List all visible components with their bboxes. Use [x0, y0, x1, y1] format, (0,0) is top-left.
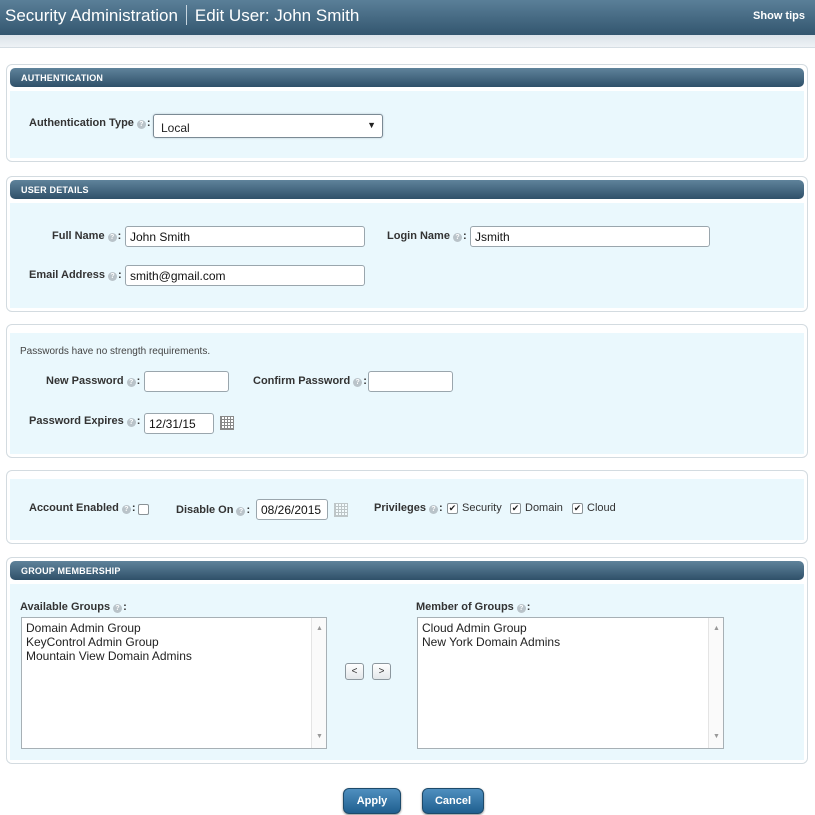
scroll-up-icon[interactable]: ▲	[316, 622, 323, 636]
help-icon[interactable]: ?	[428, 505, 438, 514]
account-panel: Account Enabled?: Disable On?: 08/26/201…	[6, 470, 808, 544]
full-name-input[interactable]: John Smith	[125, 226, 365, 247]
help-icon[interactable]: ?	[126, 378, 136, 387]
page-title: Edit User: John Smith	[194, 6, 360, 25]
privilege-domain-checkbox[interactable]: ✔	[510, 503, 521, 514]
privilege-security-checkbox[interactable]: ✔	[447, 503, 458, 514]
authentication-heading: AUTHENTICATION	[10, 68, 804, 87]
authentication-type-select[interactable]: Local ▼	[153, 114, 383, 138]
calendar-icon[interactable]	[220, 416, 234, 430]
help-icon[interactable]: ?	[136, 120, 146, 129]
help-icon[interactable]: ?	[516, 604, 526, 613]
move-left-button[interactable]: <	[345, 663, 364, 680]
list-item[interactable]: Cloud Admin Group	[422, 621, 719, 635]
privilege-security-label: Security	[462, 502, 502, 514]
title-divider	[185, 5, 187, 25]
help-icon[interactable]: ?	[126, 418, 136, 427]
help-icon[interactable]: ?	[108, 272, 118, 281]
password-note: Passwords have no strength requirements.	[20, 346, 211, 357]
dropdown-arrow-icon: ▼	[367, 120, 376, 130]
app-title: Security Administration	[5, 6, 178, 25]
authentication-type-label: Authentication Type?:	[29, 117, 151, 129]
available-groups-label: Available Groups?:	[20, 601, 127, 613]
calendar-icon[interactable]	[334, 503, 348, 517]
show-tips-link[interactable]: Show tips	[753, 10, 805, 22]
password-panel: Passwords have no strength requirements.…	[6, 324, 808, 458]
disable-on-input[interactable]: 08/26/2015	[256, 499, 328, 520]
full-name-label: Full Name?:	[52, 230, 122, 242]
login-name-label: Login Name?:	[387, 230, 467, 242]
apply-button[interactable]: Apply	[343, 788, 401, 814]
new-password-input[interactable]	[144, 371, 229, 392]
page-heading: Security Administration Edit User: John S…	[5, 5, 359, 26]
password-expires-input[interactable]: 12/31/15	[144, 413, 214, 434]
available-groups-list[interactable]: Domain Admin Group KeyControl Admin Grou…	[21, 617, 327, 749]
member-of-groups-list[interactable]: Cloud Admin Group New York Domain Admins…	[417, 617, 724, 749]
disable-on-label: Disable On?:	[176, 504, 251, 516]
scrollbar[interactable]: ▲ ▼	[311, 618, 326, 748]
authentication-type-value: Local	[161, 121, 190, 135]
privileges-label: Privileges?:	[374, 502, 443, 514]
help-icon[interactable]: ?	[452, 233, 462, 242]
move-right-button[interactable]: >	[372, 663, 391, 680]
group-membership-panel: GROUP MEMBERSHIP Available Groups?: Doma…	[6, 557, 808, 764]
scroll-down-icon[interactable]: ▼	[713, 730, 720, 744]
member-of-groups-label: Member of Groups?:	[416, 601, 531, 613]
privilege-cloud-label: Cloud	[587, 502, 616, 514]
group-membership-heading: GROUP MEMBERSHIP	[10, 561, 804, 580]
help-icon[interactable]: ?	[121, 505, 131, 514]
login-name-input[interactable]: Jsmith	[470, 226, 710, 247]
help-icon[interactable]: ?	[107, 233, 117, 242]
new-password-label: New Password?:	[46, 375, 141, 387]
list-item[interactable]: Mountain View Domain Admins	[26, 649, 322, 663]
list-item[interactable]: KeyControl Admin Group	[26, 635, 322, 649]
password-expires-label: Password Expires?:	[29, 415, 141, 427]
help-icon[interactable]: ?	[353, 378, 363, 387]
list-item[interactable]: New York Domain Admins	[422, 635, 719, 649]
email-address-label: Email Address?:	[29, 269, 122, 281]
privilege-domain-label: Domain	[525, 502, 563, 514]
privilege-cloud-checkbox[interactable]: ✔	[572, 503, 583, 514]
help-icon[interactable]: ?	[113, 604, 123, 613]
user-details-panel: USER DETAILS Full Name?: John Smith Logi…	[6, 176, 808, 312]
user-details-heading: USER DETAILS	[10, 180, 804, 199]
account-enabled-label: Account Enabled?:	[29, 502, 136, 514]
scroll-down-icon[interactable]: ▼	[316, 730, 323, 744]
email-address-input[interactable]: smith@gmail.com	[125, 265, 365, 286]
scrollbar[interactable]: ▲ ▼	[708, 618, 723, 748]
top-bar: Security Administration Edit User: John S…	[0, 0, 815, 35]
help-icon[interactable]: ?	[236, 507, 246, 516]
confirm-password-input[interactable]	[368, 371, 453, 392]
scroll-up-icon[interactable]: ▲	[713, 622, 720, 636]
sub-header-bar	[0, 35, 815, 48]
account-enabled-checkbox[interactable]	[138, 504, 149, 515]
list-item[interactable]: Domain Admin Group	[26, 621, 322, 635]
confirm-password-label: Confirm Password?:	[253, 375, 367, 387]
authentication-panel: AUTHENTICATION Authentication Type?: Loc…	[6, 64, 808, 162]
cancel-button[interactable]: Cancel	[422, 788, 484, 814]
